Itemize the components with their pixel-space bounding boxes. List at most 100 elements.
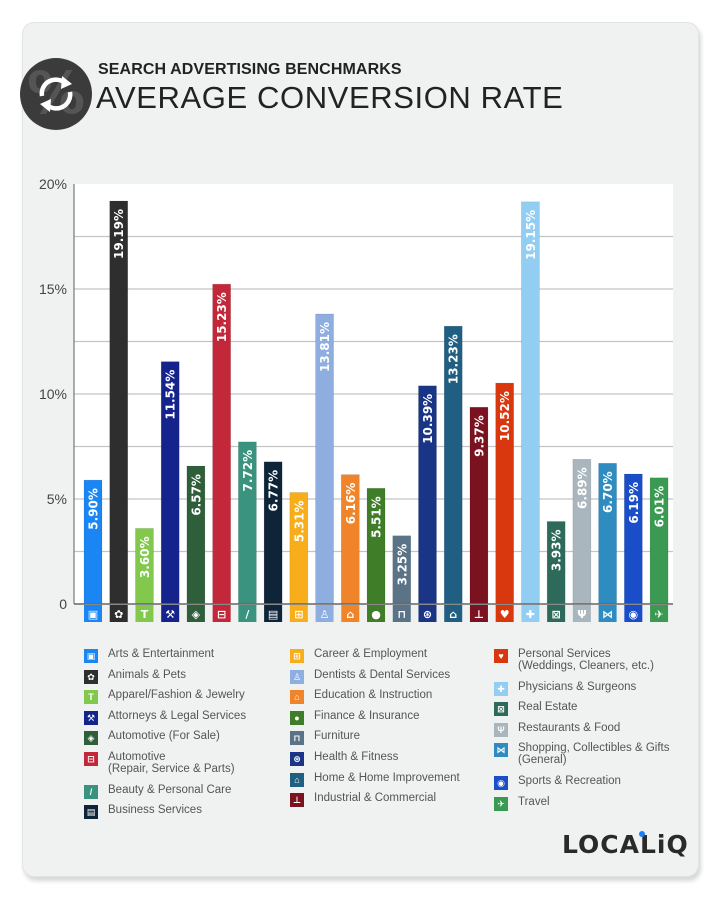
bar-value-label: 19.15% xyxy=(524,210,538,260)
price-tag-icon: ◈ xyxy=(192,608,201,621)
legend-label: Automotive (Repair, Service & Parts) xyxy=(108,751,235,775)
legend-label: Sports & Recreation xyxy=(518,775,621,787)
apple-tape-icon: ⊛ xyxy=(293,754,301,764)
gift-bow-icon: ⋈ xyxy=(602,608,613,621)
legend-item: T Apparel/Fashion & Jewelry xyxy=(84,689,245,705)
legend-item: ⌂ Education & Instruction xyxy=(290,689,433,705)
bar-value-label: 5.51% xyxy=(370,496,384,538)
bar-value-label: 3.60% xyxy=(138,536,152,578)
document-icon: ▤ xyxy=(86,807,96,818)
legend-swatch: ⚒ xyxy=(84,710,98,725)
legend-item: ⊟ Automotive (Repair, Service & Parts) xyxy=(84,751,235,775)
legend-item: ✿ Animals & Pets xyxy=(84,669,186,684)
bar-value-label: 6.77% xyxy=(267,470,281,512)
legend-item: ⊛ Health & Fitness xyxy=(290,751,398,766)
bar-value-label: 6.16% xyxy=(344,483,358,525)
storefront-icon: ⊠ xyxy=(552,608,561,621)
legend-label: Dentists & Dental Services xyxy=(314,668,451,681)
bar-value-label: 6.01% xyxy=(653,486,667,528)
price-tag-icon: ◈ xyxy=(87,733,95,744)
legend-label: Animals & Pets xyxy=(108,668,186,681)
paw-icon: ✿ xyxy=(87,671,95,682)
legend-item: ▣ Arts & Entertainment xyxy=(84,648,214,663)
legend-label: Shopping, Collectibles & Gifts (General) xyxy=(518,742,670,767)
bar-value-label: 5.90% xyxy=(87,488,101,530)
bar-value-label: 13.23% xyxy=(447,334,461,384)
bar-value-label: 10.39% xyxy=(421,394,435,444)
graduation-cap-icon: ⌂ xyxy=(294,692,300,703)
legend-item: ⊞ Career & Employment xyxy=(290,648,427,663)
legend-swatch: ⌂ xyxy=(290,690,304,705)
legend-label: Physicians & Surgeons xyxy=(518,680,637,693)
legend-swatch: ⋈ xyxy=(494,743,508,758)
legend-item: ♙ Dentists & Dental Services xyxy=(290,669,450,684)
bar-value-label: 6.70% xyxy=(601,471,615,513)
bar-chart: 5.90% ▣ 19.19% ✿ 3.60% T 11.54% ⚒ 6.57% ◈ 15.23% ⊟ 7… xyxy=(73,184,673,622)
legend-swatch: ▣ xyxy=(84,649,98,663)
brush-icon: / xyxy=(89,786,93,797)
bar-value-label: 6.57% xyxy=(189,474,203,516)
legend-item: ◉ Sports & Recreation xyxy=(494,775,621,790)
bar-value-label: 13.81% xyxy=(318,322,332,372)
legend-item: ✈ Travel xyxy=(494,796,550,811)
bar-value-label: 6.19% xyxy=(627,482,641,524)
apple-tape-icon: ⊛ xyxy=(423,608,432,621)
legend-label: Attorneys & Legal Services xyxy=(108,709,247,722)
legend-label: Business Services xyxy=(108,804,202,817)
legend-item: ♥ Personal Services (Weddings, Cleaners, … xyxy=(494,648,654,672)
legend-swatch: ✿ xyxy=(84,669,98,684)
ball-icon: ◉ xyxy=(629,608,639,621)
briefcase-icon: ⊞ xyxy=(294,608,303,621)
legend-item: ⊥ Industrial & Commercial xyxy=(290,792,437,808)
tshirt-icon: T xyxy=(141,608,149,621)
document-icon: ▤ xyxy=(268,608,278,621)
graduation-cap-icon: ⌂ xyxy=(346,608,354,621)
medical-cross-icon: ✚ xyxy=(526,608,535,621)
gavel-icon: ⚒ xyxy=(86,712,96,723)
legend-swatch: ⊟ xyxy=(84,752,98,766)
bar-value-label: 3.25% xyxy=(395,544,409,586)
legend-label: Industrial & Commercial xyxy=(314,792,437,805)
legend-label: Arts & Entertainment xyxy=(108,648,215,660)
bar xyxy=(521,201,540,605)
legend-label: Beauty & Personal Care xyxy=(108,783,232,796)
legend-item: ◈ Automotive (For Sale) xyxy=(84,730,220,746)
bar-value-label: 15.23% xyxy=(215,292,229,342)
tshirt-icon: T xyxy=(88,692,94,703)
bar-value-label: 7.72% xyxy=(241,450,255,492)
legend-swatch: T xyxy=(84,690,98,705)
airplane-icon: ✈ xyxy=(654,608,663,621)
picture-icon: ▣ xyxy=(86,651,96,661)
legend-label: Career & Employment xyxy=(314,648,428,660)
picture-icon: ▣ xyxy=(88,608,98,621)
legend-swatch: ⌂ xyxy=(290,772,304,787)
legend-label: Education & Instruction xyxy=(314,689,433,702)
tooth-icon: ♙ xyxy=(320,608,330,621)
bar-value-label: 9.37% xyxy=(472,415,486,457)
storefront-icon: ⊠ xyxy=(497,704,505,715)
bar-value-label: 19.19% xyxy=(112,209,126,259)
fork-knife-icon: Ψ xyxy=(497,724,505,735)
legend-swatch: ♥ xyxy=(494,649,508,663)
legend-label: Restaurants & Food xyxy=(518,721,621,734)
factory-icon: ⊥ xyxy=(474,608,484,621)
legend-item: ● Finance & Insurance xyxy=(290,710,419,725)
bar-value-label: 3.93% xyxy=(550,529,564,571)
legend-label: Automotive (For Sale) xyxy=(108,730,220,743)
legend-swatch: ● xyxy=(290,710,304,725)
legend-swatch: ⊞ xyxy=(290,649,304,663)
car-icon: ⊟ xyxy=(87,754,95,764)
house-icon: ⌂ xyxy=(294,774,300,785)
gift-bow-icon: ⋈ xyxy=(496,745,506,756)
legend-swatch: ⊓ xyxy=(290,731,304,746)
localiq-logo: LOCALiQ xyxy=(562,830,689,859)
hand-heart-icon: ♥ xyxy=(500,608,510,621)
legend-swatch: ✚ xyxy=(494,681,508,696)
bar-value-label: 6.89% xyxy=(575,467,589,509)
tooth-icon: ♙ xyxy=(292,671,302,682)
legend-swatch: ⊛ xyxy=(290,752,304,766)
gavel-icon: ⚒ xyxy=(165,608,175,621)
legend-swatch: ◉ xyxy=(494,776,508,790)
legend-label: Health & Fitness xyxy=(314,751,399,763)
legend-item: ⌂ Home & Home Improvement xyxy=(290,772,460,787)
